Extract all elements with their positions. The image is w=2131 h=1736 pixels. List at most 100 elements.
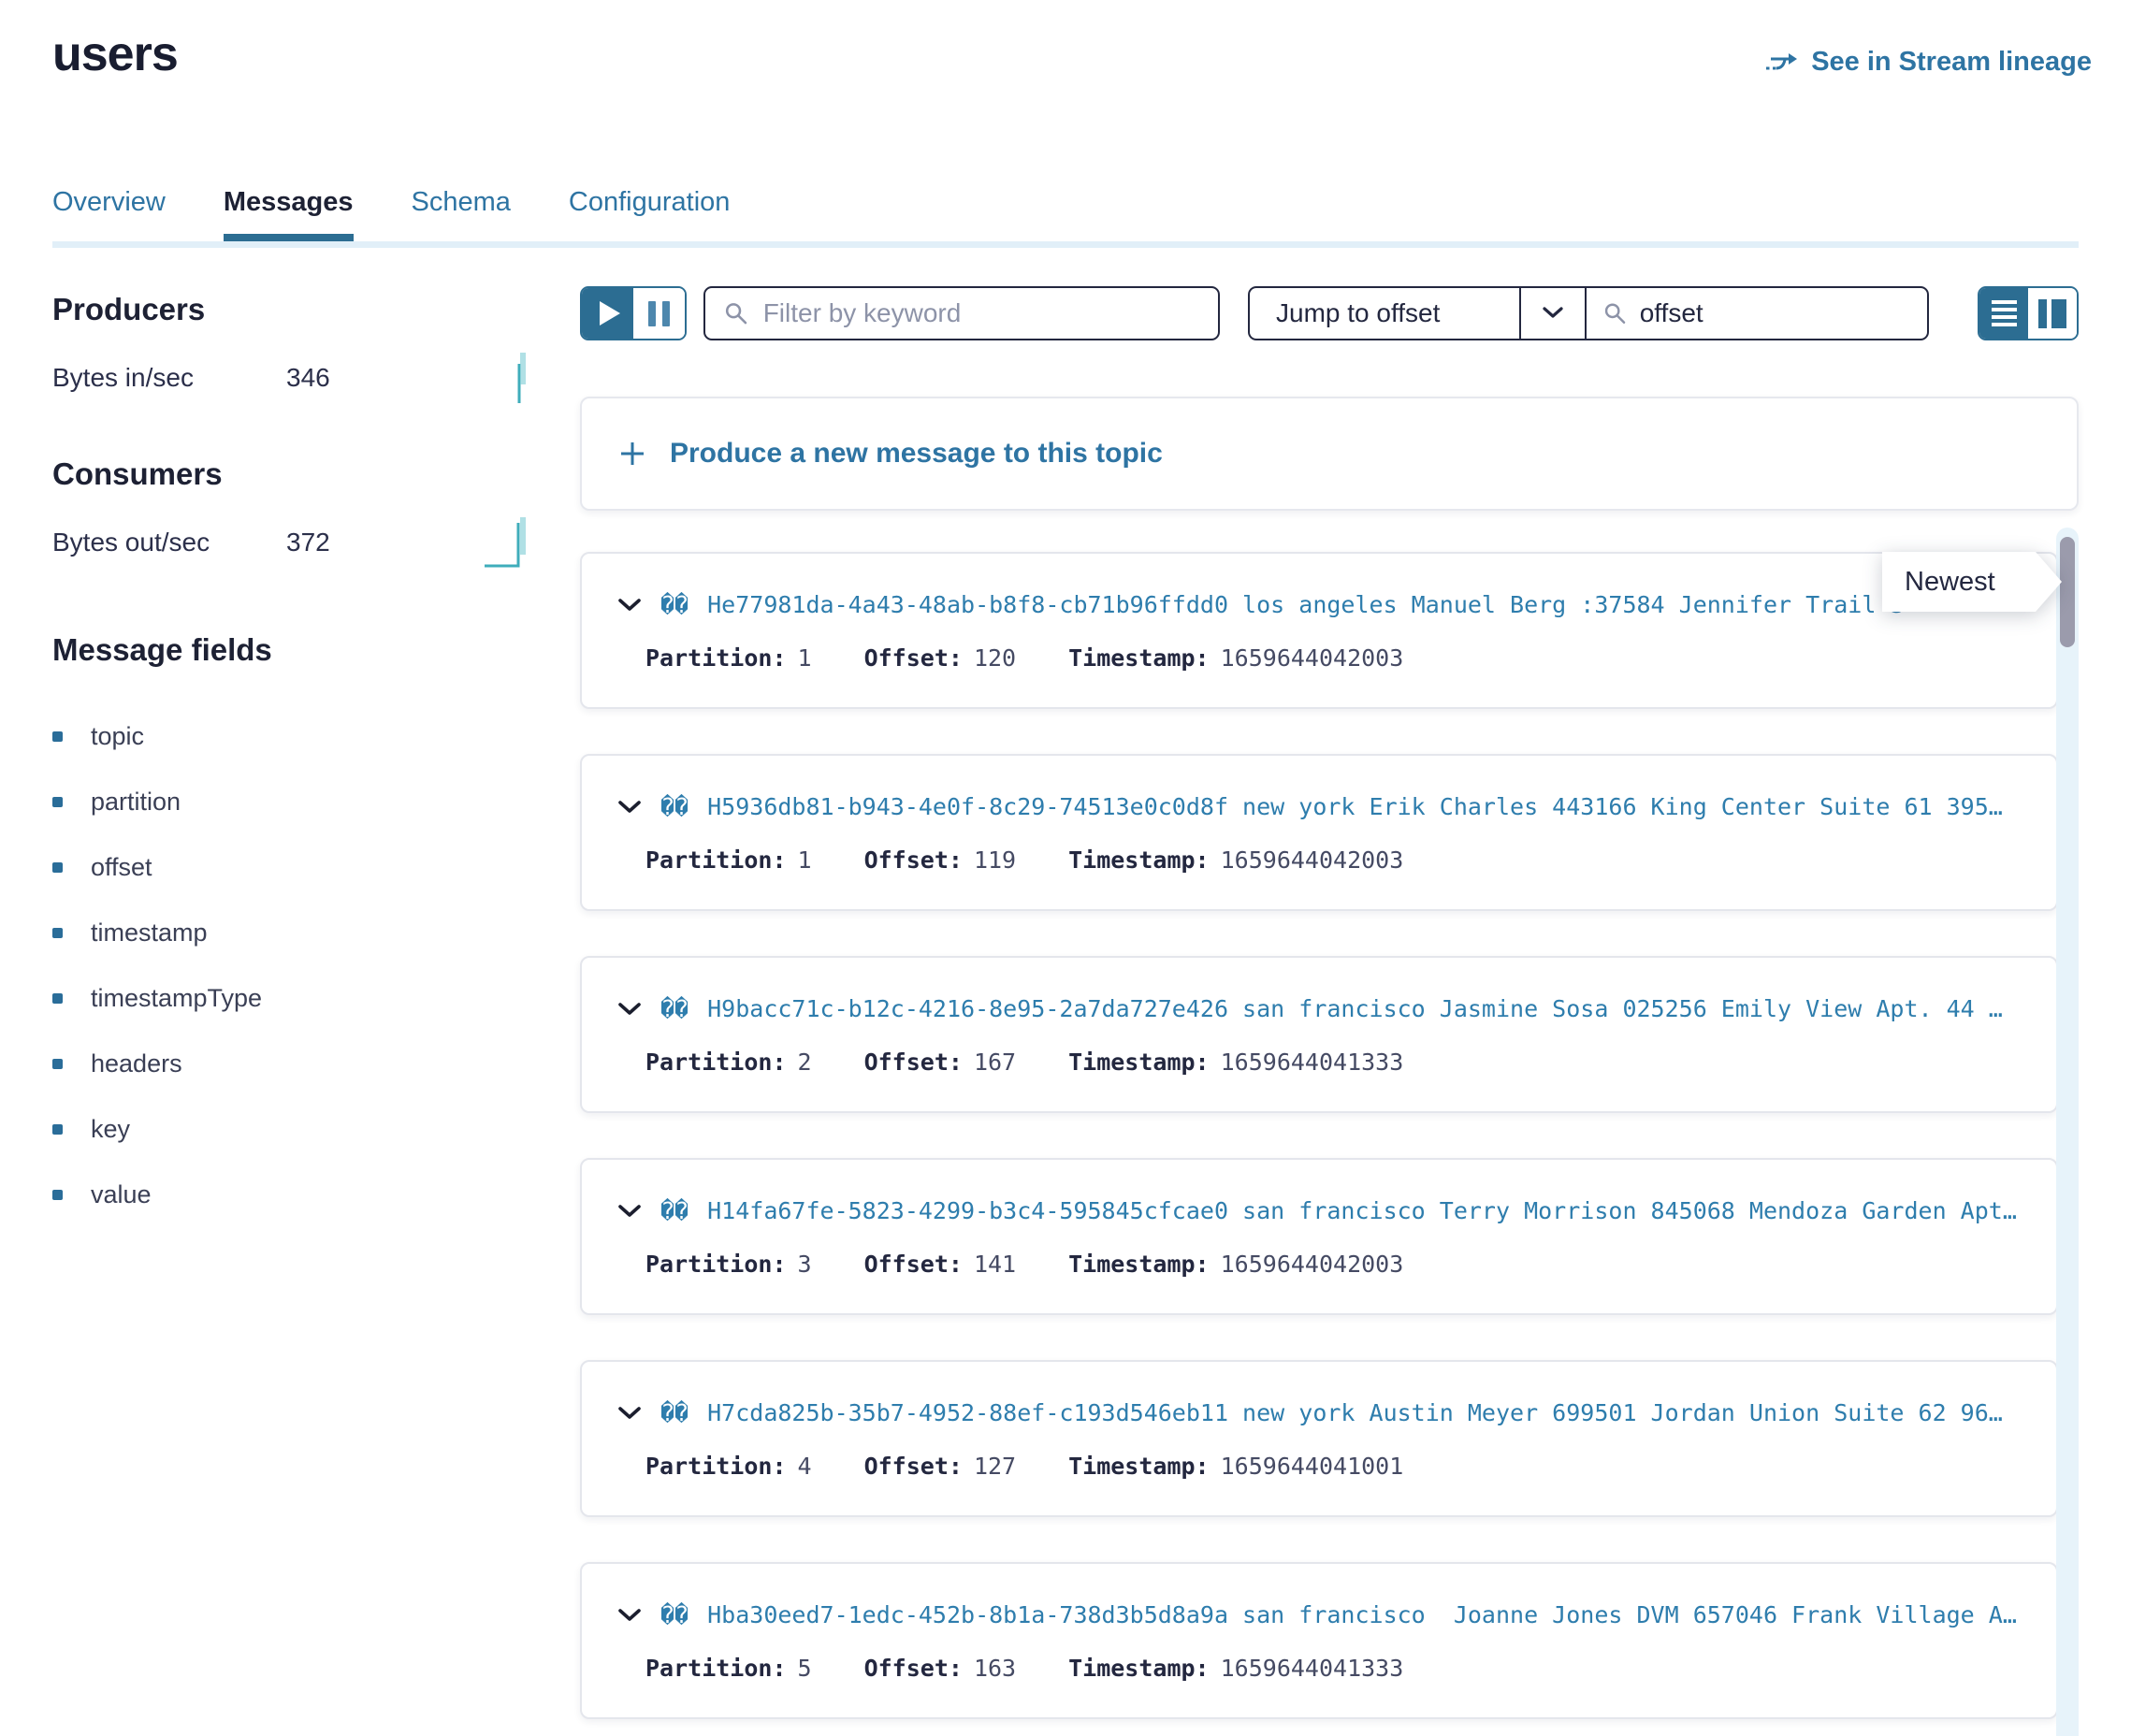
offset-pair: Offset: 163 bbox=[864, 1655, 1017, 1682]
pause-button[interactable] bbox=[633, 288, 685, 339]
producers-heading: Producers bbox=[52, 292, 531, 327]
message-row[interactable]: �� H7cda825b-35b7-4952-88ef-c193d546eb11… bbox=[580, 1360, 2058, 1517]
scrollbar-track[interactable] bbox=[2056, 528, 2079, 1736]
see-in-stream-lineage-link[interactable]: See in Stream lineage bbox=[1764, 47, 2092, 78]
field-bullet-icon bbox=[52, 993, 63, 1004]
filter-field bbox=[703, 286, 1220, 340]
timestamp-label: Timestamp: bbox=[1068, 1453, 1210, 1480]
timestamp-pair: Timestamp: 1659644042003 bbox=[1068, 846, 1403, 874]
lineage-link-label: See in Stream lineage bbox=[1811, 47, 2092, 78]
expand-chevron-icon[interactable] bbox=[617, 598, 642, 613]
offset-value: 119 bbox=[974, 846, 1016, 874]
message-field-item[interactable]: offset bbox=[52, 834, 531, 900]
offset-search-input[interactable] bbox=[1640, 298, 1910, 328]
message-field-item[interactable]: timestamp bbox=[52, 900, 531, 965]
offset-value: 141 bbox=[974, 1251, 1016, 1278]
field-label: timestamp bbox=[91, 919, 208, 948]
bytes-out-label: Bytes out/sec bbox=[52, 528, 286, 557]
timestamp-value: 1659644042003 bbox=[1221, 644, 1404, 672]
view-mode-toggle bbox=[1978, 286, 2079, 340]
message-field-item[interactable]: key bbox=[52, 1096, 531, 1162]
message-row[interactable]: �� H9bacc71c-b12c-4216-8e95-2a7da727e426… bbox=[580, 956, 2058, 1113]
play-button[interactable] bbox=[582, 288, 633, 339]
column-view-icon bbox=[2038, 299, 2066, 328]
tab-configuration[interactable]: Configuration bbox=[569, 185, 731, 219]
jump-select-chevron-button[interactable] bbox=[1519, 288, 1585, 339]
offset-label: Offset: bbox=[864, 1655, 963, 1682]
partition-value: 1 bbox=[798, 644, 812, 672]
field-bullet-icon bbox=[52, 731, 63, 742]
tab-schema[interactable]: Schema bbox=[412, 185, 511, 219]
chevron-down-icon bbox=[1543, 307, 1563, 320]
message-row[interactable]: �� He77981da-4a43-48ab-b8f8-cb71b96ffdd0… bbox=[580, 552, 2058, 709]
bytes-in-metric: Bytes in/sec 346 bbox=[52, 350, 531, 406]
timestamp-label: Timestamp: bbox=[1068, 846, 1210, 874]
newest-tooltip: Newest bbox=[1882, 552, 2036, 612]
produce-message-button[interactable]: Produce a new message to this topic bbox=[580, 397, 2079, 511]
timestamp-pair: Timestamp: 1659644042003 bbox=[1068, 644, 1403, 672]
list-view-button[interactable] bbox=[1979, 288, 2028, 339]
column-view-button[interactable] bbox=[2028, 288, 2077, 339]
timestamp-label: Timestamp: bbox=[1068, 1049, 1210, 1076]
timestamp-value: 1659644041333 bbox=[1221, 1049, 1404, 1076]
partition-value: 4 bbox=[798, 1453, 812, 1480]
field-label: value bbox=[91, 1180, 152, 1209]
message-summary: �� He77981da-4a43-48ab-b8f8-cb71b96ffdd0… bbox=[617, 591, 2021, 618]
offset-pair: Offset: 141 bbox=[864, 1251, 1017, 1278]
field-label: key bbox=[91, 1115, 130, 1144]
message-meta: Partition: 3 Offset: 141 Timestamp: 1659… bbox=[645, 1251, 2021, 1278]
timestamp-label: Timestamp: bbox=[1068, 1655, 1210, 1682]
partition-value: 1 bbox=[798, 846, 812, 874]
timestamp-pair: Timestamp: 1659644041333 bbox=[1068, 1655, 1403, 1682]
message-field-item[interactable]: value bbox=[52, 1162, 531, 1227]
message-key-text: H9bacc71c-b12c-4216-8e95-2a7da727e426 sa… bbox=[707, 995, 2003, 1022]
offset-label: Offset: bbox=[864, 1251, 963, 1278]
timestamp-value: 1659644041333 bbox=[1221, 1655, 1404, 1682]
offset-search-icon bbox=[1603, 300, 1627, 326]
message-meta: Partition: 2 Offset: 167 Timestamp: 1659… bbox=[645, 1049, 2021, 1076]
offset-label: Offset: bbox=[864, 846, 963, 874]
message-field-item[interactable]: headers bbox=[52, 1031, 531, 1096]
filter-input[interactable] bbox=[763, 298, 1199, 328]
offset-label: Offset: bbox=[864, 1049, 963, 1076]
message-key-glyphs: �� bbox=[660, 1197, 689, 1224]
message-key-glyphs: �� bbox=[660, 995, 689, 1022]
bytes-in-label: Bytes in/sec bbox=[52, 363, 286, 393]
scrollbar-thumb[interactable] bbox=[2060, 537, 2075, 647]
message-field-item[interactable]: timestampType bbox=[52, 965, 531, 1031]
field-label: topic bbox=[91, 722, 144, 751]
expand-chevron-icon[interactable] bbox=[617, 1608, 642, 1623]
topic-messages-screen: users See in Stream lineage Overview Mes… bbox=[0, 0, 2131, 1736]
expand-chevron-icon[interactable] bbox=[617, 1406, 642, 1421]
message-summary: �� H9bacc71c-b12c-4216-8e95-2a7da727e426… bbox=[617, 995, 2021, 1022]
bytes-out-sparkline bbox=[483, 514, 531, 571]
offset-pair: Offset: 119 bbox=[864, 846, 1017, 874]
expand-chevron-icon[interactable] bbox=[617, 800, 642, 815]
partition-value: 5 bbox=[798, 1655, 812, 1682]
message-key-text: He77981da-4a43-48ab-b8f8-cb71b96ffdd0 lo… bbox=[707, 591, 1904, 618]
message-fields-heading: Message fields bbox=[52, 632, 531, 668]
tab-overview[interactable]: Overview bbox=[52, 185, 166, 219]
message-key-glyphs: �� bbox=[660, 793, 689, 820]
message-key-text: H5936db81-b943-4e0f-8c29-74513e0c0d8f ne… bbox=[707, 793, 2003, 820]
message-row[interactable]: �� Hba30eed7-1edc-452b-8b1a-738d3b5d8a9a… bbox=[580, 1562, 2058, 1719]
message-row[interactable]: �� H14fa67fe-5823-4299-b3c4-595845cfcae0… bbox=[580, 1158, 2058, 1315]
jump-select-value[interactable]: Jump to offset bbox=[1250, 288, 1519, 339]
tab-underline bbox=[52, 241, 2079, 248]
messages-panel: Jump to offset bbox=[580, 284, 2079, 1719]
pause-icon bbox=[648, 301, 670, 326]
message-row[interactable]: �� H5936db81-b943-4e0f-8c29-74513e0c0d8f… bbox=[580, 754, 2058, 911]
message-field-item[interactable]: partition bbox=[52, 769, 531, 834]
message-summary: �� H14fa67fe-5823-4299-b3c4-595845cfcae0… bbox=[617, 1197, 2021, 1224]
tab-messages[interactable]: Messages bbox=[224, 185, 354, 219]
offset-value: 163 bbox=[974, 1655, 1016, 1682]
expand-chevron-icon[interactable] bbox=[617, 1002, 642, 1017]
message-field-item[interactable]: topic bbox=[52, 703, 531, 769]
bytes-out-value: 372 bbox=[286, 528, 399, 557]
offset-pair: Offset: 120 bbox=[864, 644, 1017, 672]
expand-chevron-icon[interactable] bbox=[617, 1204, 642, 1219]
page-title: users bbox=[52, 26, 178, 82]
message-meta: Partition: 5 Offset: 163 Timestamp: 1659… bbox=[645, 1655, 2021, 1682]
message-key-glyphs: �� bbox=[660, 1601, 689, 1628]
timestamp-label: Timestamp: bbox=[1068, 1251, 1210, 1278]
